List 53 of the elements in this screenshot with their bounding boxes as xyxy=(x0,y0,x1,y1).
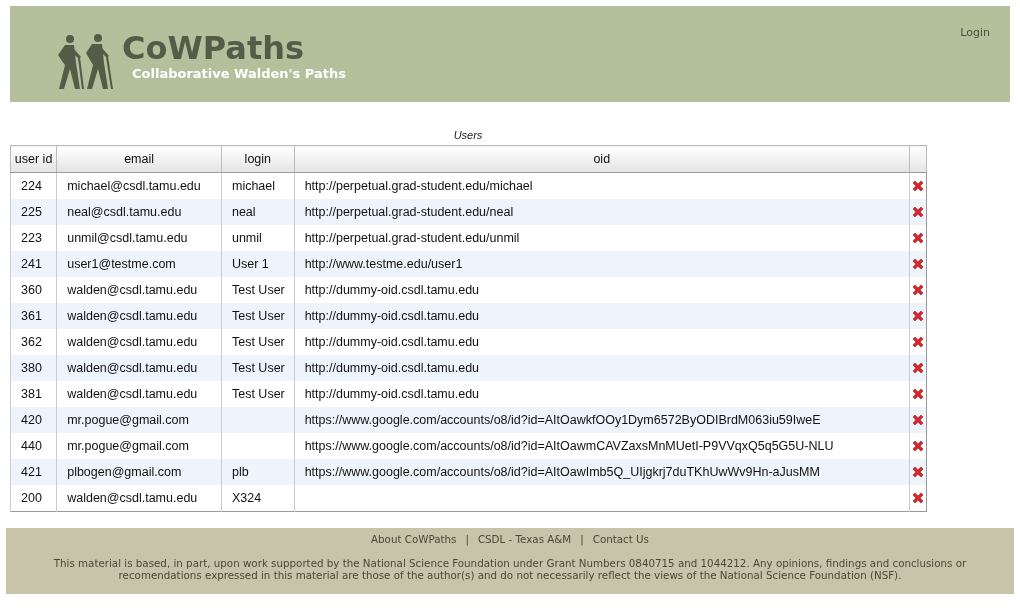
table-cell: neal@csdl.tamu.edu xyxy=(56,199,222,225)
table-cell: https://www.google.com/accounts/o8/id?id=AItOawImb5Q_UIjgkrj7duTKhUwWv9Hn-aJusMM xyxy=(294,459,910,485)
delete-icon[interactable] xyxy=(910,205,925,220)
column-header: user id xyxy=(10,145,57,173)
delete-icon[interactable] xyxy=(910,309,925,324)
footer-link[interactable]: CSDL - Texas A&M xyxy=(477,533,572,545)
delete-icon[interactable] xyxy=(910,361,925,376)
table-cell: 421 xyxy=(10,459,57,485)
footer-link[interactable]: Contact Us xyxy=(592,533,649,545)
delete-icon[interactable] xyxy=(910,179,925,194)
delete-icon[interactable] xyxy=(910,335,925,350)
table-cell: 380 xyxy=(10,355,57,381)
table-cell: user1@testme.com xyxy=(56,251,222,277)
table-cell: walden@csdl.tamu.edu xyxy=(56,303,222,329)
delete-icon[interactable] xyxy=(910,439,925,454)
link-separator: | xyxy=(580,533,584,545)
table-cell: http://perpetual.grad-student.edu/neal xyxy=(294,199,910,225)
delete-icon[interactable] xyxy=(910,465,925,480)
table-cell: X324 xyxy=(221,485,295,512)
site-title: CoWPaths xyxy=(122,30,306,66)
column-header: oid xyxy=(294,145,910,173)
table-caption: Users xyxy=(453,129,483,141)
table-cell: 200 xyxy=(10,485,57,512)
table-cell: http://dummy-oid.csdl.tamu.edu xyxy=(294,303,910,329)
column-header: login xyxy=(221,145,295,173)
funding-notice: This material is based, in part, upon work supported by the National Science Foundation under Grant Numbers 0840715 and 1044212. Any opinions, findings and conclusions or recomendations expressed in this material are those of the author(s) and do not necessarily reflect the views of the National Science Foundation (NSF). xyxy=(52,557,968,581)
footer-link[interactable]: About CoWPaths xyxy=(371,533,457,545)
delete-icon[interactable] xyxy=(910,387,925,402)
table-cell: mr.pogue@gmail.com xyxy=(56,407,222,433)
table-cell: neal xyxy=(221,199,295,225)
delete-icon[interactable] xyxy=(910,283,925,298)
login-link[interactable]: Login xyxy=(960,26,990,40)
link-separator: | xyxy=(465,533,469,545)
delete-icon[interactable] xyxy=(910,413,925,428)
table-cell: https://www.google.com/accounts/o8/id?id=AItOawkfOOy1Dym6572ByODIBrdM063iu59IweE xyxy=(294,407,910,433)
table-cell: http://dummy-oid.csdl.tamu.edu xyxy=(294,355,910,381)
delete-icon[interactable] xyxy=(910,231,925,246)
site-subtitle: Collaborative Walden's Paths xyxy=(132,66,346,81)
table-cell: Test User xyxy=(221,355,295,381)
table-cell: plbogen@gmail.com xyxy=(56,459,222,485)
table-cell: Test User xyxy=(221,303,295,329)
table-cell: plb xyxy=(221,459,295,485)
column-header: email xyxy=(56,145,222,173)
table-cell: 361 xyxy=(10,303,57,329)
delete-icon[interactable] xyxy=(910,491,925,506)
table-cell: http://www.testme.edu/user1 xyxy=(294,251,910,277)
table-cell: walden@csdl.tamu.edu xyxy=(56,355,222,381)
table-cell: walden@csdl.tamu.edu xyxy=(56,485,222,512)
table-cell: 420 xyxy=(10,407,57,433)
table-cell: 225 xyxy=(10,199,57,225)
table-cell: 241 xyxy=(10,251,57,277)
table-cell: User 1 xyxy=(221,251,295,277)
delete-icon[interactable] xyxy=(910,257,925,272)
